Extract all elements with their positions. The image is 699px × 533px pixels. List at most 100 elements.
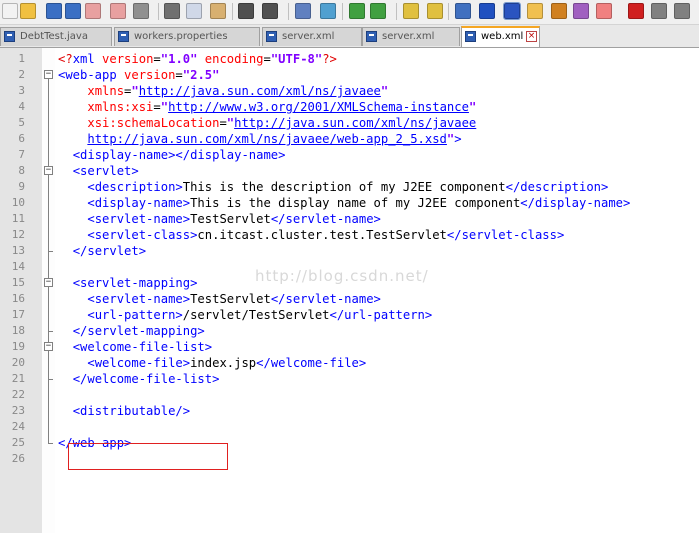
token-tag: <web-app xyxy=(58,68,125,82)
word-wrap-icon[interactable] xyxy=(455,3,471,19)
code-line: xsi:schemaLocation="http://java.sun.com/… xyxy=(58,115,476,131)
sync-vertical-icon[interactable] xyxy=(403,3,419,19)
show-all-characters-icon[interactable] xyxy=(479,3,495,19)
close-icon[interactable] xyxy=(85,3,101,19)
token-txt: = xyxy=(263,52,271,66)
copy-icon[interactable] xyxy=(186,3,202,19)
close-tab-icon[interactable]: × xyxy=(526,31,537,42)
token-tag: </description> xyxy=(505,180,609,194)
find-icon[interactable] xyxy=(295,3,311,19)
token-tag: </servlet> xyxy=(72,244,147,258)
token-tag: > xyxy=(454,132,462,146)
token-val: "1.0" xyxy=(160,52,198,66)
replace-icon[interactable] xyxy=(320,3,336,19)
token-txt: = xyxy=(153,100,161,114)
line-number: 25 xyxy=(11,436,25,449)
line-number: 14 xyxy=(11,260,25,273)
stop-recording-icon[interactable] xyxy=(651,3,667,19)
code-line: <?xml version="1.0" encoding="UTF-8"?> xyxy=(58,51,337,67)
token-tag: </welcome-file> xyxy=(256,356,367,370)
token-tag: <servlet-class> xyxy=(87,228,198,242)
line-number: 21 xyxy=(11,372,25,385)
fold-toggle-icon[interactable]: − xyxy=(44,278,53,287)
code-line: <servlet-mapping> xyxy=(58,275,198,291)
new-file-icon[interactable] xyxy=(2,3,18,19)
code-line: <description>This is the description of … xyxy=(58,179,608,195)
close-all-icon[interactable] xyxy=(110,3,126,19)
fold-end-mark xyxy=(48,379,53,380)
tab-label: server.xml xyxy=(382,31,435,42)
token-val: "UTF-8" xyxy=(270,52,323,66)
tab-bar: DebtTest.java workers.properties server.xm… xyxy=(0,25,699,48)
token-txt: /servlet/TestServlet xyxy=(182,308,330,322)
fold-guide-line xyxy=(48,175,49,251)
token-tag: <description> xyxy=(87,180,183,194)
file-icon xyxy=(465,31,476,42)
code-line: xmlns:xsi="http://www.w3.org/2001/XMLSch… xyxy=(58,99,476,115)
line-number: 2 xyxy=(18,68,25,81)
file-icon xyxy=(4,31,15,42)
paste-icon[interactable] xyxy=(210,3,226,19)
redo-icon[interactable] xyxy=(262,3,278,19)
tab-4[interactable]: server.xml xyxy=(362,27,460,46)
folder-as-workspace-icon[interactable] xyxy=(527,3,543,19)
line-number: 8 xyxy=(18,164,25,177)
token-link: http://www.w3.org/2001/XMLSchema-instanc… xyxy=(168,100,469,114)
code-editor[interactable]: 1 2 3 4 5 6 7 8 9 10 11 12 13 14 15 16 17 18 19 20 21 22 23 24 2… xyxy=(0,48,699,533)
token-attr: version xyxy=(124,68,176,82)
zoom-out-icon[interactable] xyxy=(370,3,386,19)
token-tag: <distributable/> xyxy=(72,404,191,418)
open-file-icon[interactable] xyxy=(20,3,36,19)
tab-label: DebtTest.java xyxy=(20,31,88,42)
token-txt: TestServlet xyxy=(190,292,271,306)
indent-guide-icon[interactable] xyxy=(503,2,521,20)
cut-icon[interactable] xyxy=(164,3,180,19)
line-number: 9 xyxy=(18,180,25,193)
token-tag: <servlet-mapping> xyxy=(72,276,198,290)
code-line: http://java.sun.com/xml/ns/javaee/web-ap… xyxy=(58,131,462,147)
token-tag: </welcome-file-list> xyxy=(72,372,220,386)
save-all-icon[interactable] xyxy=(65,3,81,19)
token-txt: cn.itcast.cluster.test.TestServlet xyxy=(197,228,447,242)
code-line: <servlet> xyxy=(58,163,139,179)
sync-horizontal-icon[interactable] xyxy=(427,3,443,19)
folder-icon[interactable] xyxy=(596,3,612,19)
tab-1[interactable]: DebtTest.java xyxy=(0,27,112,46)
token-val: " xyxy=(468,100,477,114)
tab-3[interactable]: server.xml xyxy=(262,27,362,46)
token-attr: xsi:schemaLocation xyxy=(87,116,220,130)
tab-5[interactable]: web.xml × xyxy=(461,26,540,47)
fold-toggle-icon[interactable]: − xyxy=(44,166,53,175)
fold-toggle-icon[interactable]: − xyxy=(44,342,53,351)
token-txt: index.jsp xyxy=(190,356,257,370)
function-list-icon[interactable] xyxy=(573,3,589,19)
token-tag: <servlet-name> xyxy=(87,292,191,306)
save-icon[interactable] xyxy=(46,3,62,19)
line-number: 20 xyxy=(11,356,25,369)
zoom-in-icon[interactable] xyxy=(349,3,365,19)
print-icon[interactable] xyxy=(133,3,149,19)
token-txt: = xyxy=(219,116,227,130)
undo-icon[interactable] xyxy=(238,3,254,19)
toolbar-separator xyxy=(288,3,289,20)
token-tag: <servlet-name> xyxy=(87,212,191,226)
line-number: 10 xyxy=(11,196,25,209)
playback-icon[interactable] xyxy=(674,3,690,19)
token-tag: </servlet-name> xyxy=(270,292,381,306)
document-map-icon[interactable] xyxy=(551,3,567,19)
token-tag: <display-name> xyxy=(87,196,191,210)
line-number: 15 xyxy=(11,276,25,289)
fold-toggle-icon[interactable]: − xyxy=(44,70,53,79)
tab-2[interactable]: workers.properties xyxy=(114,27,260,46)
line-number: 5 xyxy=(18,116,25,129)
toolbar-separator xyxy=(158,3,159,20)
record-macro-icon[interactable] xyxy=(628,3,644,19)
